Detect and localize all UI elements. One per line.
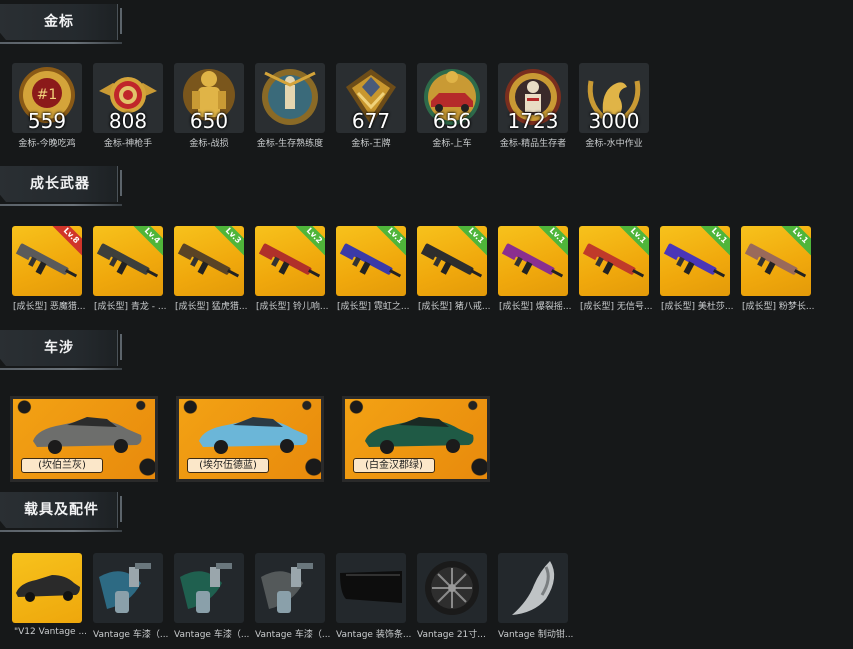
vehicle-item[interactable] xyxy=(174,553,244,623)
car-icon xyxy=(33,417,142,454)
section-header-cars: 车涉 xyxy=(0,330,122,370)
medal-item[interactable]: #1 559 xyxy=(12,63,82,133)
blue-paint-icon xyxy=(99,563,151,613)
medal-item[interactable]: 1723 xyxy=(498,63,568,133)
weapon-caption: [成长型] 青龙 - ... xyxy=(94,302,167,312)
medal-count: 1723 xyxy=(507,109,559,133)
gray-paint-icon xyxy=(261,563,313,613)
section-title-weapons: 成长武器 xyxy=(30,176,90,192)
medal-count: 656 xyxy=(432,109,472,133)
vehicle-item[interactable] xyxy=(12,553,82,623)
vehicle-item[interactable] xyxy=(336,553,406,623)
car-icon xyxy=(365,417,474,454)
green-paint-icon xyxy=(180,563,232,613)
weapon-caption: [成长型] 霓虹之... xyxy=(337,302,410,312)
weapon-item[interactable]: Lv.3 xyxy=(174,226,244,296)
vehicle-caption: Vantage 车漆（... xyxy=(174,630,250,640)
car-icon xyxy=(16,575,80,602)
weapon-item[interactable]: Lv.8 xyxy=(12,226,82,296)
weapon-item[interactable]: Lv.1 xyxy=(336,226,406,296)
vehicle-item[interactable] xyxy=(498,553,568,623)
weapon-item[interactable]: Lv.4 xyxy=(93,226,163,296)
section-header-vehicles: 载具及配件 xyxy=(0,492,122,532)
medal-item[interactable]: 650 xyxy=(174,63,244,133)
medal-count: 677 xyxy=(351,109,391,133)
weapon-caption: [成长型] 爆裂摇... xyxy=(499,302,572,312)
wheel-icon xyxy=(425,561,479,615)
medal-caption: 金标-战损 xyxy=(189,139,229,149)
weapon-caption: [成长型] 无信号... xyxy=(580,302,653,312)
car-skin-card[interactable]: (坎伯兰灰) xyxy=(10,396,158,482)
vehicle-caption: Vantage 制动钳... xyxy=(498,630,574,640)
medal-caption: 金标-精品生存者 xyxy=(499,139,567,149)
weapon-caption: [成长型] 猛虎猎... xyxy=(175,302,248,312)
medal-caption: 金标-王牌 xyxy=(351,139,391,149)
medal-count: 808 xyxy=(108,109,148,133)
vehicle-item[interactable] xyxy=(417,553,487,623)
weapon-item[interactable]: Lv.2 xyxy=(255,226,325,296)
section-title-cars: 车涉 xyxy=(44,340,74,356)
weapon-caption: [成长型] 粉梦长... xyxy=(742,302,815,312)
section-header-medals: 金标 xyxy=(0,4,122,44)
car-skin-card[interactable]: (白金汉郡绿) xyxy=(342,396,490,482)
vehicle-caption: "V12 Vantage ... xyxy=(14,627,88,637)
medal-count: 559 xyxy=(27,109,67,133)
vehicle-caption: Vantage 装饰条... xyxy=(336,630,412,640)
car-skin-card[interactable]: (埃尔伍德蓝) xyxy=(176,396,324,482)
weapon-item[interactable]: Lv.1 xyxy=(660,226,730,296)
section-title-medals: 金标 xyxy=(44,14,74,30)
medal-caption: 金标-今晚吃鸡 xyxy=(18,139,76,149)
weapon-caption: [成长型] 美杜莎... xyxy=(661,302,734,312)
medal-count: 650 xyxy=(189,109,229,133)
medal-item[interactable]: 677 xyxy=(336,63,406,133)
weapon-item[interactable]: Lv.1 xyxy=(498,226,568,296)
brake-caliper-icon xyxy=(512,561,555,615)
medal-item[interactable]: 808 xyxy=(93,63,163,133)
weapon-caption: [成长型] 恶魔猎... xyxy=(13,302,86,312)
vehicle-caption: Vantage 车漆（... xyxy=(255,630,331,640)
medal-caption: 金标-上车 xyxy=(432,139,472,149)
medal-item[interactable]: 656 xyxy=(417,63,487,133)
car-skin-label: (白金汉郡绿) xyxy=(353,458,435,473)
weapon-caption: [成长型] 猪八戒... xyxy=(418,302,491,312)
medal-caption: 金标-生存熟练度 xyxy=(256,139,324,149)
medal-caption: 金标-水中作业 xyxy=(585,139,643,149)
weapon-item[interactable]: Lv.1 xyxy=(417,226,487,296)
car-skin-label: (坎伯兰灰) xyxy=(21,458,103,473)
section-header-weapons: 成长武器 xyxy=(0,166,122,206)
medal-caption: 金标-神枪手 xyxy=(103,139,153,149)
trim-icon xyxy=(340,571,402,603)
medal-item[interactable] xyxy=(255,63,325,133)
weapon-item[interactable]: Lv.1 xyxy=(579,226,649,296)
svg-text:#1: #1 xyxy=(37,87,58,103)
vehicle-caption: Vantage 21寸... xyxy=(417,630,486,640)
survival-medal-icon xyxy=(262,69,318,125)
weapon-item[interactable]: Lv.1 xyxy=(741,226,811,296)
vehicle-caption: Vantage 车漆（... xyxy=(93,630,169,640)
car-icon xyxy=(199,417,308,454)
medal-item[interactable]: 3000 xyxy=(579,63,649,133)
car-skin-label: (埃尔伍德蓝) xyxy=(187,458,269,473)
vehicle-item[interactable] xyxy=(255,553,325,623)
medal-count: 3000 xyxy=(588,109,640,133)
vehicle-item[interactable] xyxy=(93,553,163,623)
weapon-caption: [成长型] 铃儿响... xyxy=(256,302,329,312)
section-title-vehicles: 载具及配件 xyxy=(24,502,99,518)
